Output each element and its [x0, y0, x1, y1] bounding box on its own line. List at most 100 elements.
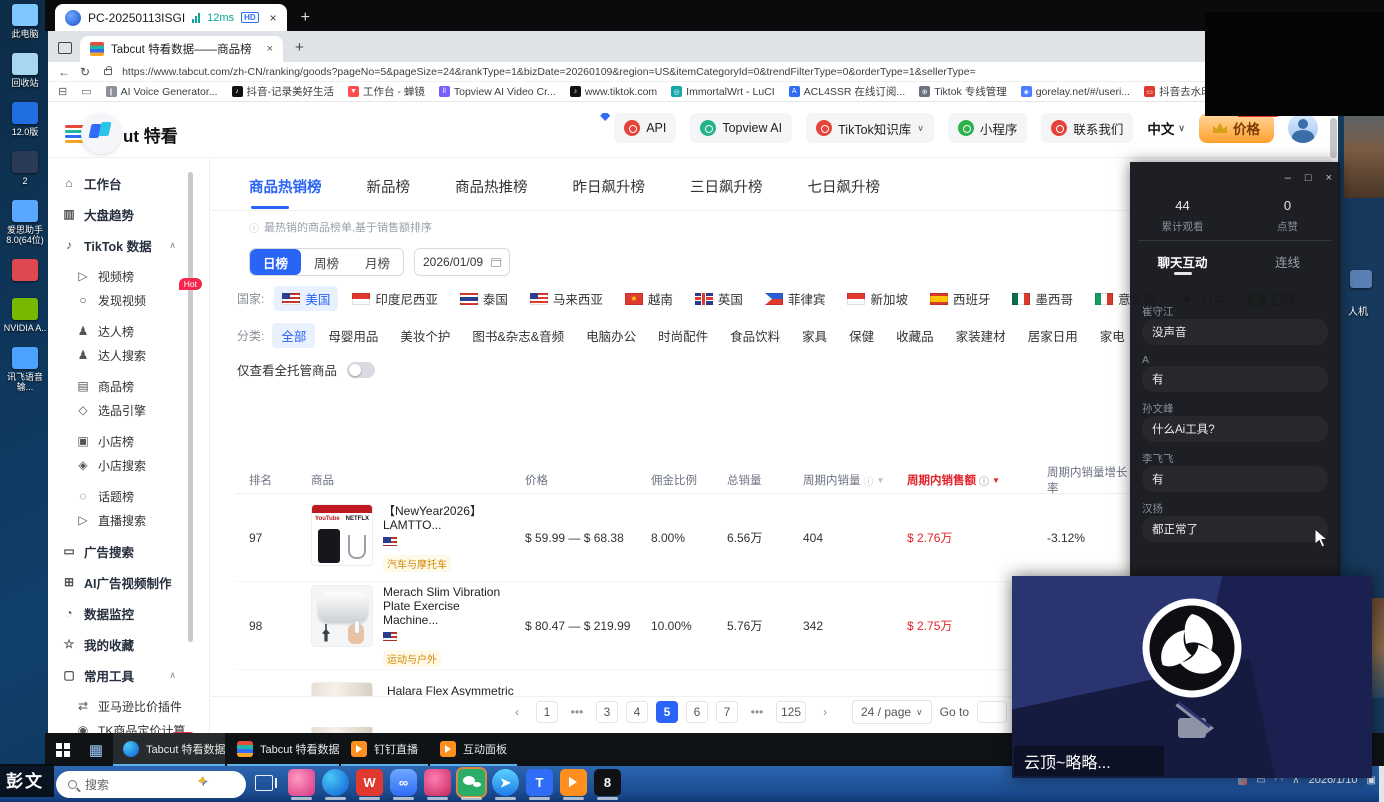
- pinned-app-icon[interactable]: [560, 769, 587, 796]
- bookmark-item[interactable]: ∥ AI Voice Generator...: [106, 86, 218, 98]
- copilot-sparkle-icon[interactable]: ✦: [196, 772, 209, 790]
- calculator-icon[interactable]: ▦: [79, 733, 113, 766]
- sidebar-item[interactable]: ▷ 直播搜索: [48, 508, 186, 532]
- sidebar-item[interactable]: ♟ 达人搜索: [48, 343, 186, 367]
- country-option[interactable]: 美国: [274, 286, 338, 311]
- nav-chip[interactable]: Topview AI: [690, 113, 792, 143]
- date-picker[interactable]: 2026/01/09: [414, 248, 510, 276]
- start-button[interactable]: [45, 733, 79, 766]
- window-icon[interactable]: [58, 42, 72, 54]
- category-option[interactable]: 家具: [793, 323, 836, 348]
- category-option[interactable]: 食品饮料: [721, 323, 789, 348]
- country-option[interactable]: 英国: [687, 286, 751, 311]
- country-option[interactable]: 越南: [617, 286, 681, 311]
- desktop-icon[interactable]: 12.0版: [2, 102, 48, 137]
- sidebar-item[interactable]: ▥ 大盘趋势: [48, 202, 186, 226]
- category-option[interactable]: 居家日用: [1019, 323, 1087, 348]
- bookmark-item[interactable]: ♪ 抖音-记录美好生活: [232, 84, 335, 99]
- category-option[interactable]: 保健: [840, 323, 883, 348]
- ranking-tab[interactable]: 商品热销榜: [249, 176, 322, 209]
- table-header-cell[interactable]: 周期内销量 ⓘ ▼: [789, 472, 893, 488]
- pinned-app-icon[interactable]: [288, 769, 315, 796]
- ranking-tab[interactable]: 昨日飙升榜: [573, 176, 646, 209]
- taskbar-app-button[interactable]: 钉钉直播: [341, 733, 428, 766]
- page-button[interactable]: 1: [536, 701, 558, 723]
- pricing-button[interactable]: 价格: [1199, 113, 1274, 143]
- tab-chat-interaction[interactable]: 聊天互动: [1130, 252, 1235, 271]
- table-header-cell[interactable]: 总销量: [713, 472, 789, 488]
- sidebar-item[interactable]: ▤ 商品榜: [48, 374, 186, 398]
- country-option[interactable]: 印度尼西亚: [344, 286, 446, 311]
- tab-connect[interactable]: 连线: [1235, 252, 1340, 271]
- period-option[interactable]: 周榜: [301, 249, 352, 275]
- sidebar-item[interactable]: ⇄ 亚马逊比价插件: [48, 694, 186, 718]
- ranking-tab[interactable]: 七日飙升榜: [808, 176, 881, 209]
- bookmark-item[interactable]: A ACL4SSR 在线订阅...: [789, 84, 906, 99]
- taskbar-app-button[interactable]: 互动面板: [430, 733, 517, 766]
- desktop-icon[interactable]: 爱思助手 8.0(64位): [2, 200, 48, 245]
- country-option[interactable]: 菲律宾: [757, 286, 834, 311]
- desktop-icon[interactable]: 回收站: [2, 53, 48, 88]
- sidebar-item[interactable]: ○ 发现视频: [48, 288, 186, 312]
- close-icon[interactable]: ×: [270, 11, 277, 25]
- sidebar-item[interactable]: ◇ 选品引擎: [48, 398, 186, 422]
- page-button[interactable]: ‹: [506, 701, 528, 723]
- page-button[interactable]: •••: [746, 701, 768, 723]
- taskbar-app-button[interactable]: Tabcut 特看数据...: [113, 733, 225, 766]
- maximize-icon[interactable]: □: [1305, 172, 1312, 184]
- sidebar-item[interactable]: ◉ TK商品定价计算 New: [48, 718, 186, 733]
- category-option[interactable]: 收藏品: [887, 323, 943, 348]
- sidebar-item[interactable]: ◈ 小店搜索: [48, 453, 186, 477]
- remote-session-tab[interactable]: PC-20250113ISGI 12ms HD ×: [55, 4, 287, 31]
- bookmark-item[interactable]: ♪ www.tiktok.com: [570, 86, 657, 98]
- sidebar-item[interactable]: ▣ 小店榜: [48, 429, 186, 453]
- managed-goods-toggle[interactable]: [347, 362, 375, 378]
- bookmark-item[interactable]: ⊕ Tiktok 专线管理: [919, 84, 1007, 99]
- task-view-icon[interactable]: [255, 775, 273, 791]
- refresh-icon[interactable]: ↻: [80, 65, 90, 79]
- desktop-icon[interactable]: NVIDIA A..: [2, 298, 48, 333]
- nav-chip[interactable]: TikTok知识库 ∨: [806, 113, 934, 143]
- page-button[interactable]: ›: [814, 701, 836, 723]
- country-option[interactable]: 泰国: [452, 286, 516, 311]
- desktop-icon[interactable]: 讯飞语音输...: [2, 347, 48, 392]
- country-option[interactable]: 新加坡: [839, 286, 916, 311]
- sidebar-item[interactable]: ◌ 话题榜: [48, 484, 186, 508]
- chevron-up-icon[interactable]: ∧: [169, 670, 176, 681]
- sidebar-item[interactable]: ⌂ 工作台: [48, 171, 186, 195]
- chevron-up-icon[interactable]: ∧: [169, 240, 176, 251]
- ranking-tab[interactable]: 商品热推榜: [455, 176, 528, 209]
- product-cell[interactable]: Merach Slim Vibration Plate Exercise Mac…: [297, 585, 511, 667]
- category-option[interactable]: 美妆个护: [391, 323, 459, 348]
- pinned-app-icon[interactable]: [458, 769, 485, 796]
- sidebar-item[interactable]: ▭ 广告搜索: [48, 539, 186, 563]
- desktop-icon[interactable]: [2, 259, 48, 284]
- sidebar-item[interactable]: ♟ 达人榜: [48, 319, 186, 343]
- desktop-icon[interactable]: [1350, 270, 1372, 288]
- page-button[interactable]: 7: [716, 701, 738, 723]
- avatar[interactable]: [1288, 113, 1318, 143]
- product-cell[interactable]: YouTube NETFLX 【NewYear2026】LAMTTO..: [297, 504, 511, 572]
- page-button[interactable]: 6: [686, 701, 708, 723]
- country-option[interactable]: 西班牙: [922, 286, 999, 311]
- category-option[interactable]: 图书&杂志&音频: [463, 323, 573, 348]
- new-tab-icon[interactable]: +: [301, 9, 310, 27]
- period-option[interactable]: 月榜: [352, 249, 403, 275]
- table-header-cell[interactable]: 商品: [297, 472, 511, 488]
- country-option[interactable]: 马来西亚: [522, 286, 611, 311]
- pinned-app-icon[interactable]: T: [526, 769, 553, 796]
- sidebar-item[interactable]: ▢ 常用工具 ∧: [48, 663, 186, 687]
- sidebar-scrollbar[interactable]: [188, 172, 193, 642]
- reading-list-icon[interactable]: ⊟: [58, 85, 67, 98]
- pinned-app-icon[interactable]: ∞: [390, 769, 417, 796]
- category-option[interactable]: 全部: [272, 323, 315, 348]
- goto-page-input[interactable]: [977, 701, 1007, 723]
- pinned-app-icon[interactable]: [424, 769, 451, 796]
- country-option[interactable]: 墨西哥: [1004, 286, 1081, 311]
- category-option[interactable]: 家电: [1091, 323, 1134, 348]
- table-header-cell[interactable]: 价格: [511, 472, 637, 488]
- category-option[interactable]: 电脑办公: [577, 323, 645, 348]
- pinned-app-icon[interactable]: W: [356, 769, 383, 796]
- close-icon[interactable]: ×: [1326, 172, 1332, 184]
- page-button[interactable]: •••: [566, 701, 588, 723]
